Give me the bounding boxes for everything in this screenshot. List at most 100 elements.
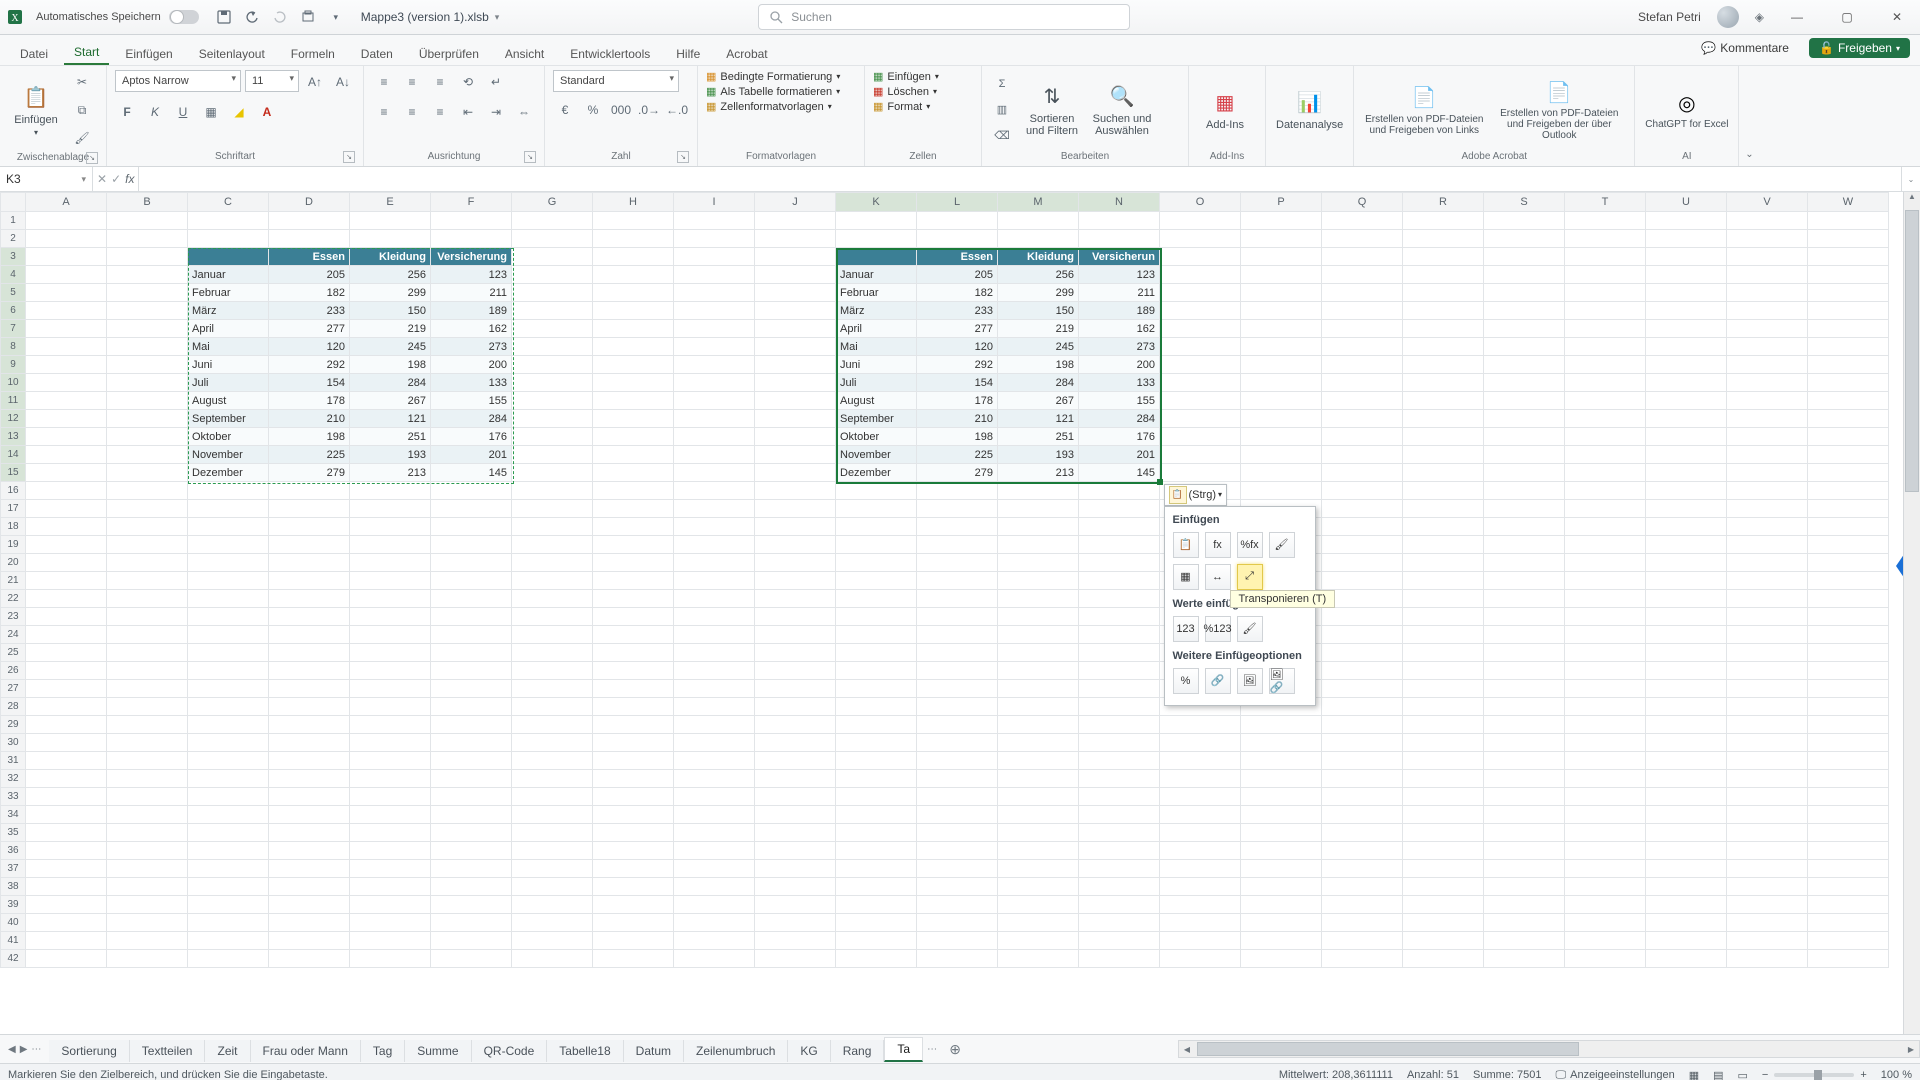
cell[interactable]	[1079, 914, 1160, 932]
cell[interactable]	[1646, 770, 1727, 788]
cell[interactable]	[1403, 698, 1484, 716]
bold-icon[interactable]: F	[115, 100, 139, 124]
cell[interactable]	[431, 554, 512, 572]
cell[interactable]	[1646, 914, 1727, 932]
cell[interactable]	[1160, 356, 1241, 374]
cell[interactable]	[836, 608, 917, 626]
cell[interactable]: 219	[350, 320, 431, 338]
cell[interactable]	[998, 644, 1079, 662]
cell[interactable]	[269, 500, 350, 518]
cell[interactable]	[26, 842, 107, 860]
cell[interactable]	[1484, 410, 1565, 428]
cell[interactable]	[1403, 950, 1484, 968]
cell[interactable]	[1403, 878, 1484, 896]
format-as-table-button[interactable]: ▦Als Tabelle formatieren▾	[706, 85, 840, 98]
cell[interactable]	[917, 590, 998, 608]
cell[interactable]	[998, 734, 1079, 752]
cell[interactable]	[998, 914, 1079, 932]
cell[interactable]	[512, 356, 593, 374]
cell[interactable]	[1808, 500, 1889, 518]
cell[interactable]	[1808, 302, 1889, 320]
cell[interactable]	[1484, 788, 1565, 806]
cell[interactable]	[107, 734, 188, 752]
cell[interactable]	[26, 446, 107, 464]
row-header[interactable]: 7	[1, 320, 26, 338]
cell[interactable]: 277	[917, 320, 998, 338]
cell[interactable]: 155	[431, 392, 512, 410]
cell[interactable]	[674, 572, 755, 590]
cell[interactable]	[1079, 626, 1160, 644]
cell[interactable]	[755, 320, 836, 338]
find-select-button[interactable]: 🔍 Suchen und Auswählen	[1090, 79, 1154, 141]
cell[interactable]	[836, 788, 917, 806]
cell[interactable]	[674, 842, 755, 860]
cell[interactable]	[512, 788, 593, 806]
cell[interactable]	[512, 860, 593, 878]
cell[interactable]	[593, 842, 674, 860]
row-header[interactable]: 23	[1, 608, 26, 626]
cell[interactable]	[998, 590, 1079, 608]
cell[interactable]	[188, 734, 269, 752]
cell[interactable]: 213	[350, 464, 431, 482]
cell[interactable]: 284	[431, 410, 512, 428]
cell[interactable]	[26, 248, 107, 266]
cell[interactable]	[917, 896, 998, 914]
underline-icon[interactable]: U	[171, 100, 195, 124]
cell[interactable]	[107, 374, 188, 392]
cell[interactable]	[998, 212, 1079, 230]
cell[interactable]	[512, 248, 593, 266]
cell[interactable]	[269, 230, 350, 248]
user-name[interactable]: Stefan Petri	[1638, 10, 1701, 24]
cell[interactable]	[917, 824, 998, 842]
row-header[interactable]: 10	[1, 374, 26, 392]
cell[interactable]: August	[188, 392, 269, 410]
cell[interactable]	[1079, 608, 1160, 626]
cell[interactable]	[836, 698, 917, 716]
cell[interactable]	[1403, 230, 1484, 248]
cell[interactable]	[1727, 770, 1808, 788]
cell[interactable]	[1646, 626, 1727, 644]
cell[interactable]	[431, 608, 512, 626]
cell[interactable]	[674, 662, 755, 680]
cell[interactable]	[1727, 410, 1808, 428]
cell[interactable]	[512, 662, 593, 680]
cell[interactable]	[512, 698, 593, 716]
cell[interactable]	[512, 482, 593, 500]
cell[interactable]	[1565, 716, 1646, 734]
cell[interactable]	[512, 914, 593, 932]
cell[interactable]	[1322, 302, 1403, 320]
cell[interactable]	[1241, 374, 1322, 392]
cell[interactable]	[26, 590, 107, 608]
cell[interactable]	[1808, 212, 1889, 230]
cell[interactable]	[1808, 284, 1889, 302]
cell[interactable]	[1808, 734, 1889, 752]
cell[interactable]	[431, 518, 512, 536]
cell[interactable]	[26, 896, 107, 914]
cell[interactable]	[593, 536, 674, 554]
cell[interactable]: Versicherung	[431, 248, 512, 266]
cell[interactable]	[1484, 248, 1565, 266]
cell[interactable]: Kleidung	[998, 248, 1079, 266]
close-button[interactable]: ✕	[1880, 3, 1914, 31]
cell[interactable]	[674, 320, 755, 338]
sort-filter-button[interactable]: ⇅ Sortieren und Filtern	[1020, 79, 1084, 141]
cell[interactable]: 198	[917, 428, 998, 446]
cell[interactable]	[1322, 446, 1403, 464]
row-header[interactable]: 24	[1, 626, 26, 644]
cell[interactable]: 120	[269, 338, 350, 356]
cell[interactable]	[269, 896, 350, 914]
cell[interactable]	[1241, 788, 1322, 806]
cell[interactable]	[1241, 428, 1322, 446]
cell[interactable]	[1808, 788, 1889, 806]
cell[interactable]	[269, 842, 350, 860]
cell[interactable]	[998, 608, 1079, 626]
save-icon[interactable]	[215, 8, 233, 26]
cell[interactable]	[755, 806, 836, 824]
cell[interactable]: 256	[998, 266, 1079, 284]
paste-option-formulas-number-format[interactable]: %fx	[1237, 532, 1263, 558]
cell[interactable]	[1484, 626, 1565, 644]
cell[interactable]	[674, 374, 755, 392]
cell[interactable]	[1403, 932, 1484, 950]
cell[interactable]: Kleidung	[350, 248, 431, 266]
cell[interactable]	[1322, 734, 1403, 752]
